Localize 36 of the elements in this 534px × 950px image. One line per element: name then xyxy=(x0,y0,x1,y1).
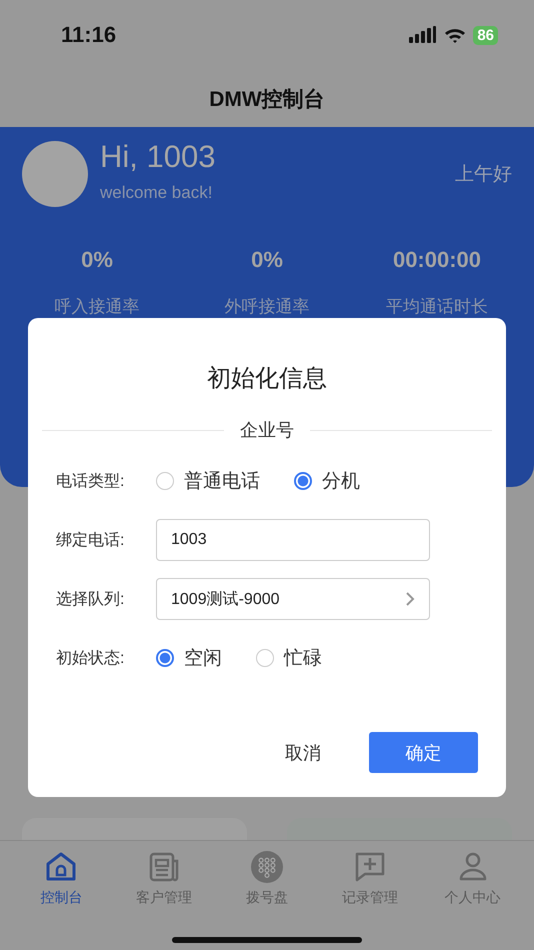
radio-button[interactable] xyxy=(294,472,312,490)
radio-option[interactable]: 普通电话 xyxy=(156,468,260,494)
section-heading: 企业号 xyxy=(240,419,294,442)
stat-label: 呼入接通率 xyxy=(54,296,140,318)
radio-option[interactable]: 空闲 xyxy=(156,645,222,671)
cancel-button[interactable]: 取消 xyxy=(285,740,321,764)
input-field[interactable]: 1003 xyxy=(156,519,430,561)
radio-option[interactable]: 忙碌 xyxy=(256,645,322,671)
greeting: Hi, 1003 xyxy=(100,139,216,175)
select-field[interactable]: 1009测试-9000 xyxy=(156,578,430,620)
house-icon xyxy=(44,851,78,883)
stat-label: 外呼接通率 xyxy=(224,296,310,318)
time-greeting: 上午好 xyxy=(455,163,512,187)
status-time: 11:16 xyxy=(61,22,116,48)
wifi-icon xyxy=(444,26,466,44)
battery-level: 86 xyxy=(473,26,498,44)
stat-value: 00:00:00 xyxy=(392,247,482,273)
radio-option[interactable]: 分机 xyxy=(294,468,360,494)
chevron-right-icon xyxy=(405,591,415,607)
page-title: DMW控制台 xyxy=(209,86,325,112)
radio-button[interactable] xyxy=(156,472,174,490)
signal-icon xyxy=(409,26,438,44)
radio-button[interactable] xyxy=(156,649,174,667)
field-label: 电话类型: xyxy=(56,472,126,492)
dialog-title: 初始化信息 xyxy=(206,364,328,394)
field-label: 选择队列: xyxy=(56,590,126,610)
stat-value: 0% xyxy=(81,247,113,273)
stat-value: 0% xyxy=(251,247,283,273)
select-value: 1009测试-9000 xyxy=(171,590,280,610)
subtitle: welcome back! xyxy=(100,183,214,203)
confirm-button[interactable]: 确定 xyxy=(369,732,478,773)
field-label: 绑定电话: xyxy=(56,530,126,550)
field-label: 初始状态: xyxy=(56,648,126,668)
radio-button[interactable] xyxy=(256,649,274,667)
newspaper-icon xyxy=(147,851,182,883)
stat-label: 平均通话时长 xyxy=(386,296,488,318)
